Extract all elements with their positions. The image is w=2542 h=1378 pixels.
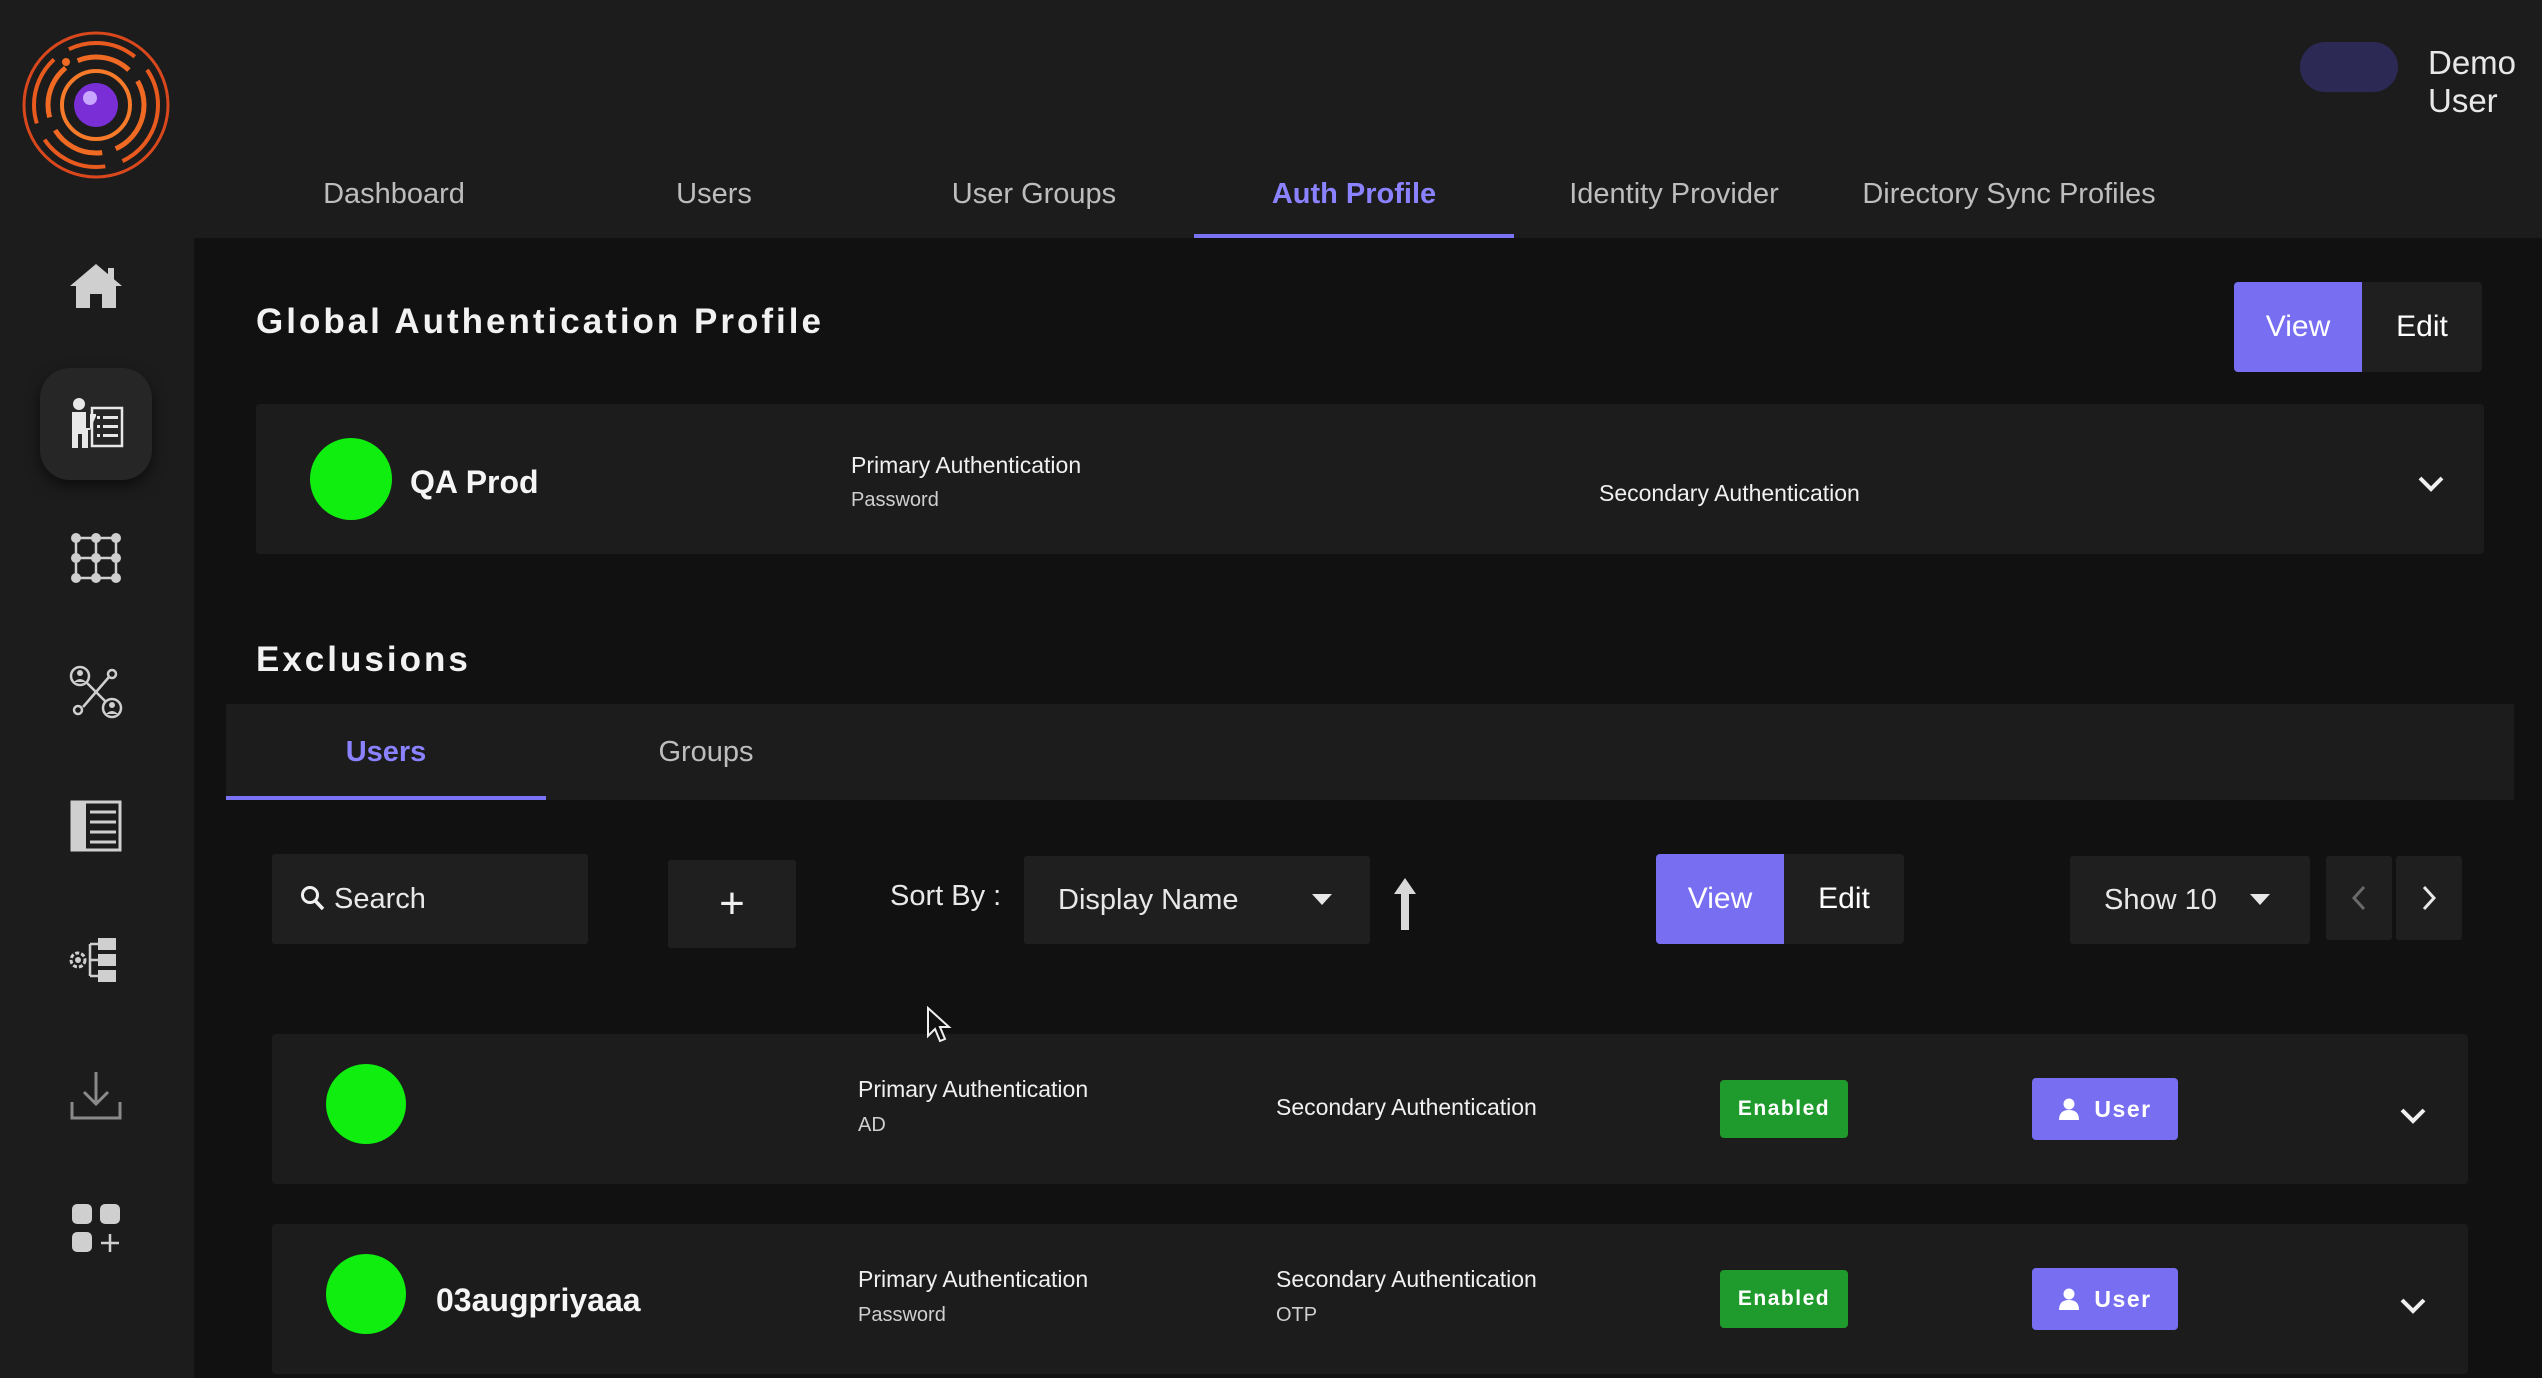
caret-down-icon [2250, 894, 2270, 905]
person-icon [2059, 1098, 2080, 1120]
table-row[interactable]: Primary Authentication AD Secondary Auth… [272, 1034, 2468, 1184]
user-type-label: User [2094, 1095, 2152, 1122]
user-type-badge[interactable]: User [2032, 1078, 2178, 1140]
next-page-button[interactable] [2396, 856, 2462, 940]
row-secondary-auth-label: Secondary Authentication [1276, 1094, 1537, 1120]
row-name: 03augpriyaaa [436, 1282, 641, 1318]
exclusions-edit-button[interactable]: Edit [1784, 854, 1904, 944]
search-box [272, 854, 588, 944]
profile-status-dot [310, 438, 392, 520]
row-status-dot [326, 1254, 406, 1334]
sidebar-item-user-network[interactable] [40, 636, 152, 748]
app-add-icon [72, 1204, 120, 1252]
tab-dashboard[interactable]: Dashboard [234, 150, 554, 238]
user-name[interactable]: Demo User [2428, 44, 2542, 120]
tab-directory-sync-profiles[interactable]: Directory Sync Profiles [1834, 150, 2184, 238]
global-profile-title: Global Authentication Profile [256, 302, 824, 341]
sidebar-item-settings[interactable] [40, 904, 152, 1016]
user-type-label: User [2094, 1285, 2152, 1312]
row-secondary-auth-value: OTP [1276, 1304, 1318, 1326]
row-status-dot [326, 1064, 406, 1144]
chevron-left-icon [2351, 885, 2366, 911]
home-icon [70, 264, 122, 308]
chevron-down-icon[interactable] [2398, 1296, 2428, 1316]
theme-toggle[interactable] [2300, 42, 2398, 92]
tab-users[interactable]: Users [554, 150, 874, 238]
profile-name: QA Prod [410, 464, 539, 500]
tab-exclusion-groups[interactable]: Groups [546, 704, 866, 800]
status-badge: Enabled [1720, 1080, 1848, 1138]
tab-auth-profile[interactable]: Auth Profile [1194, 150, 1514, 238]
chevron-down-icon[interactable] [2416, 474, 2446, 494]
user-network-icon [69, 665, 123, 719]
table-row[interactable]: 03augpriyaaa Primary Authentication Pass… [272, 1224, 2468, 1374]
sidebar [0, 0, 194, 1378]
page-size-select[interactable]: Show 10 [2070, 856, 2310, 944]
user-type-badge[interactable]: User [2032, 1268, 2178, 1330]
network-grid-icon [71, 533, 121, 583]
gear-tree-icon [69, 938, 116, 982]
row-primary-auth-value: AD [858, 1114, 886, 1136]
exclusions-title: Exclusions [256, 640, 471, 679]
person-icon [2059, 1288, 2080, 1310]
status-badge: Enabled [1720, 1270, 1848, 1328]
tab-identity-provider[interactable]: Identity Provider [1514, 150, 1834, 238]
sidebar-item-home[interactable] [40, 230, 152, 342]
global-edit-button[interactable]: Edit [2362, 282, 2482, 372]
chevron-right-icon [2422, 885, 2437, 911]
sidebar-item-auth-profile[interactable] [40, 368, 152, 480]
global-view-edit-toggle: View Edit [2234, 282, 2482, 372]
search-input[interactable] [334, 882, 574, 916]
exclusions-view-button[interactable]: View [1656, 854, 1784, 944]
row-secondary-auth-label: Secondary Authentication [1276, 1266, 1537, 1292]
primary-auth-value: Password [851, 489, 939, 511]
exclusions-view-edit-toggle: View Edit [1656, 854, 1904, 944]
document-list-icon [70, 800, 122, 852]
sidebar-item-reports[interactable] [40, 770, 152, 882]
row-primary-auth-label: Primary Authentication [858, 1266, 1089, 1292]
sort-by-value: Display Name [1058, 883, 1239, 916]
tab-user-groups[interactable]: User Groups [874, 150, 1194, 238]
sidebar-item-add-app[interactable] [40, 1172, 152, 1284]
sidebar-item-download[interactable] [40, 1038, 152, 1150]
primary-auth-label: Primary Authentication [851, 452, 1082, 478]
sidebar-item-grid[interactable] [40, 502, 152, 614]
secondary-auth-label: Secondary Authentication [1599, 480, 1860, 506]
mouse-cursor-icon [927, 1006, 952, 1043]
row-primary-auth-label: Primary Authentication [858, 1076, 1089, 1102]
exclusions-tabs: Users Groups [226, 704, 2514, 800]
tab-exclusion-users[interactable]: Users [226, 704, 546, 800]
brand-logo[interactable] [20, 30, 172, 180]
row-primary-auth-value: Password [858, 1304, 946, 1326]
sort-direction-arrow-icon[interactable] [1390, 876, 1420, 932]
sort-by-select[interactable]: Display Name [1024, 856, 1370, 944]
global-view-button[interactable]: View [2234, 282, 2362, 372]
download-icon [70, 1072, 122, 1120]
page-size-value: Show 10 [2104, 883, 2217, 916]
presenter-list-icon [72, 398, 124, 448]
global-profile-card[interactable]: QA Prod Primary Authentication Password … [256, 404, 2484, 554]
sort-by-label: Sort By : [890, 880, 1002, 912]
app-root: Demo User Dashboard Users User Groups Au… [0, 0, 2542, 1378]
search-icon [301, 886, 325, 911]
main-tabs: Dashboard Users User Groups Auth Profile… [234, 150, 2184, 238]
add-exclusion-button[interactable]: + [668, 860, 796, 948]
chevron-down-icon[interactable] [2398, 1106, 2428, 1126]
prev-page-button[interactable] [2326, 856, 2392, 940]
caret-down-icon [1312, 894, 1332, 905]
